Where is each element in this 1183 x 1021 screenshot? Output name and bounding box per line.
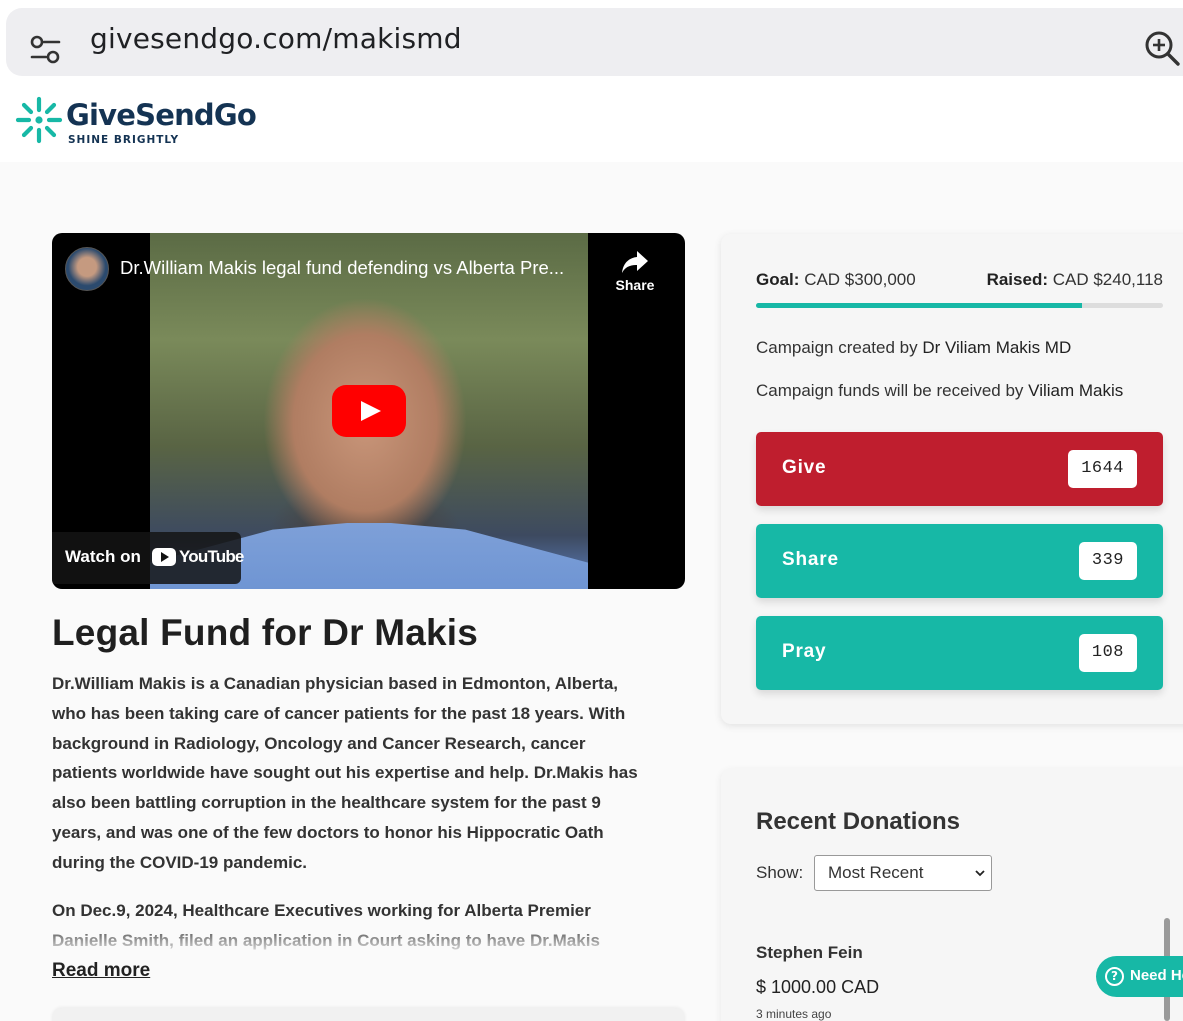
give-button[interactable]: Give 1644 [756, 432, 1163, 506]
funding-progress-fill [756, 303, 1082, 308]
goal-value: CAD $300,000 [804, 270, 916, 289]
created-by-prefix: Campaign created by [756, 338, 918, 357]
goal-label: Goal: [756, 270, 800, 289]
video-player[interactable]: Dr.William Makis legal fund defending vs… [52, 233, 685, 589]
browser-toolbar: givesendgo.com/makismd [0, 0, 1183, 84]
play-button[interactable] [332, 385, 406, 437]
donation-time: 3 minutes ago [756, 1007, 832, 1021]
campaign-creator-line: Campaign created by Dr Viliam Makis MD [756, 338, 1071, 358]
watch-on-label: Watch on [65, 547, 141, 566]
funds-recipient-line: Campaign funds will be received by Vilia… [756, 381, 1123, 401]
give-label: Give [782, 457, 827, 478]
givesendgo-logo-icon[interactable] [14, 95, 64, 145]
site-logo-text[interactable]: GiveSendGo [66, 98, 257, 132]
raised-value: CAD $240,118 [1052, 270, 1163, 289]
video-share-button[interactable]: Share [610, 249, 660, 293]
video-share-label: Share [615, 277, 655, 293]
received-by-prefix: Campaign funds will be received by [756, 381, 1024, 400]
pray-label: Pray [782, 641, 827, 662]
show-filter-select[interactable]: Most Recent [814, 855, 992, 891]
campaign-description-paragraph-faded: On Dec.9, 2024, Healthcare Executives wo… [52, 901, 600, 950]
next-section-card [52, 1008, 685, 1021]
need-help-label: Need Help? [1130, 967, 1183, 984]
help-question-icon: ? [1105, 967, 1124, 986]
pray-button[interactable]: Pray 108 [756, 616, 1163, 690]
funding-progress-bar [756, 303, 1163, 308]
show-filter-label: Show: [756, 863, 804, 882]
share-count-badge: 339 [1078, 542, 1137, 580]
youtube-play-icon [152, 548, 176, 566]
received-by-name: Viliam Makis [1028, 381, 1124, 400]
share-button[interactable]: Share 339 [756, 524, 1163, 598]
watch-on-youtube-button[interactable]: Watch on YouTube [52, 532, 244, 584]
video-title[interactable]: Dr.William Makis legal fund defending vs… [120, 257, 564, 279]
show-filter-value: Most Recent [828, 863, 924, 882]
donation-donor-name: Stephen Fein [756, 943, 863, 962]
share-arrow-icon [622, 251, 648, 273]
need-help-button[interactable]: ? Need Help? [1096, 956, 1183, 997]
goal-text: Goal: CAD $300,000 [756, 270, 916, 290]
campaign-title: Legal Fund for Dr Makis [52, 612, 479, 653]
donation-amount: $ 1000.00 CAD [756, 977, 880, 997]
chevron-down-icon [975, 870, 985, 877]
url-text[interactable]: givesendgo.com/makismd [90, 22, 462, 55]
address-bar[interactable]: givesendgo.com/makismd [6, 8, 1183, 76]
raised-label: Raised: [986, 270, 1048, 289]
site-settings-icon[interactable] [28, 32, 64, 68]
campaign-description-paragraph: Dr.William Makis is a Canadian physician… [52, 674, 638, 872]
zoom-icon[interactable] [1142, 28, 1182, 68]
recent-donations-title: Recent Donations [756, 808, 961, 835]
site-header: GiveSendGo SHINE BRIGHTLY [0, 84, 1183, 162]
read-more-link[interactable]: Read more [52, 960, 150, 982]
created-by-name: Dr Viliam Makis MD [922, 338, 1072, 357]
youtube-wordmark: YouTube [179, 547, 244, 566]
raised-text: Raised: CAD $240,118 [987, 270, 1163, 290]
site-tagline: SHINE BRIGHTLY [68, 134, 180, 146]
give-count-badge: 1644 [1068, 450, 1137, 488]
pray-count-badge: 108 [1078, 634, 1137, 672]
channel-avatar[interactable] [65, 247, 109, 291]
share-label: Share [782, 549, 839, 570]
